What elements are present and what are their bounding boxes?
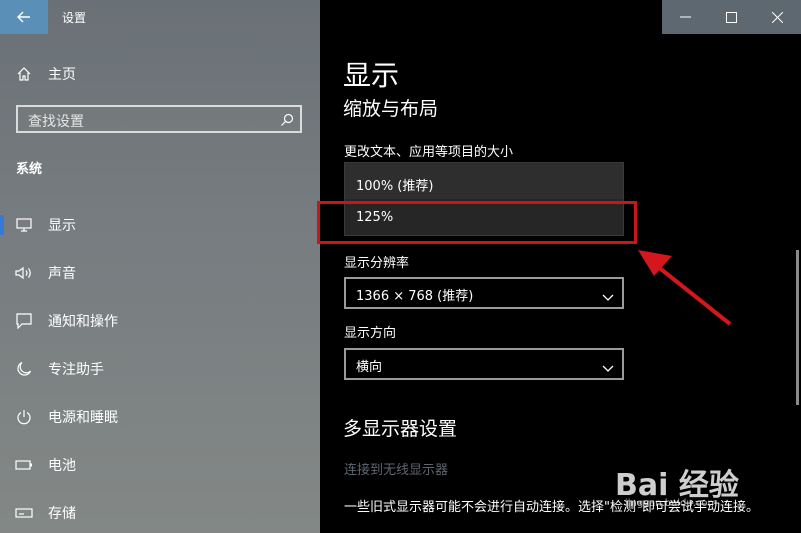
search-placeholder: 查找设置 <box>28 114 84 130</box>
scale-dropdown-list[interactable]: 100% (推荐) 125% <box>344 162 624 236</box>
chevron-down-icon <box>602 287 614 306</box>
notification-icon <box>15 312 33 330</box>
resolution-label: 显示分辨率 <box>344 256 410 271</box>
monitor-icon <box>15 216 33 234</box>
resolution-value: 1366 × 768 (推荐) <box>356 289 474 304</box>
title-bar: 设置 <box>0 0 320 34</box>
moon-icon <box>15 360 33 378</box>
selection-indicator <box>0 215 4 235</box>
sidebar-item-power-sleep[interactable]: 电源和睡眠 <box>0 402 320 432</box>
back-arrow-icon <box>17 11 30 23</box>
sidebar-item-focus-assist[interactable]: 专注助手 <box>0 354 320 384</box>
search-icon[interactable] <box>280 112 294 131</box>
sidebar-item-display[interactable]: 显示 <box>0 210 320 240</box>
multi-display-description: 一些旧式显示器可能不会进行自动连接。选择"检测"即可尝试手动连接。 <box>344 500 759 515</box>
chevron-down-icon <box>602 358 614 377</box>
sidebar-item-label: 电池 <box>48 458 76 474</box>
window-controls <box>662 0 801 34</box>
nav-home[interactable]: 主页 <box>0 59 320 89</box>
orientation-value: 横向 <box>356 360 383 375</box>
scale-option-125[interactable]: 125% <box>345 199 623 235</box>
sidebar-item-label: 电源和睡眠 <box>48 410 118 426</box>
app-title: 设置 <box>62 11 87 25</box>
storage-icon <box>15 504 33 522</box>
minimize-button[interactable] <box>662 0 708 34</box>
search-input[interactable]: 查找设置 <box>16 105 302 133</box>
sidebar-item-label: 声音 <box>48 266 76 282</box>
sidebar-item-label: 通知和操作 <box>48 314 118 330</box>
option-label: 125% <box>356 210 394 225</box>
back-button[interactable] <box>0 0 48 34</box>
multi-display-title: 多显示器设置 <box>343 418 458 440</box>
maximize-icon <box>725 11 737 23</box>
home-icon <box>15 65 33 83</box>
page-title: 显示 <box>343 59 400 92</box>
scale-option-100[interactable]: 100% (推荐) <box>345 164 623 200</box>
resolution-select[interactable]: 1366 × 768 (推荐) <box>344 277 624 309</box>
close-icon <box>771 11 783 23</box>
orientation-label: 显示方向 <box>344 326 397 341</box>
sidebar-item-label: 显示 <box>48 218 76 234</box>
battery-icon <box>15 456 33 474</box>
sidebar-item-storage[interactable]: 存储 <box>0 498 320 528</box>
annotation-arrow-icon <box>638 250 732 326</box>
close-button[interactable] <box>754 0 800 34</box>
orientation-select[interactable]: 横向 <box>344 348 624 380</box>
minimize-icon <box>679 16 691 18</box>
option-label: 100% (推荐) <box>356 179 434 194</box>
nav-home-label: 主页 <box>48 67 76 83</box>
sidebar-item-sound[interactable]: 声音 <box>0 258 320 288</box>
speaker-icon <box>15 264 33 282</box>
sidebar-item-notifications[interactable]: 通知和操作 <box>0 306 320 336</box>
scale-section-title: 缩放与布局 <box>343 98 439 120</box>
section-title: 系统 <box>16 162 43 177</box>
sidebar-item-label: 存储 <box>48 506 76 522</box>
scrollbar-thumb[interactable] <box>796 250 799 405</box>
scale-label: 更改文本、应用等项目的大小 <box>344 145 514 160</box>
power-icon <box>15 408 33 426</box>
sidebar-item-battery[interactable]: 电池 <box>0 450 320 480</box>
sidebar-item-label: 专注助手 <box>48 362 104 378</box>
wireless-display-link[interactable]: 连接到无线显示器 <box>344 459 448 478</box>
maximize-button[interactable] <box>708 0 754 34</box>
sidebar: 设置 主页 查找设置 系统 显示 声音 通知和操作 专注助手 电源和睡眠 电池 … <box>0 0 320 533</box>
